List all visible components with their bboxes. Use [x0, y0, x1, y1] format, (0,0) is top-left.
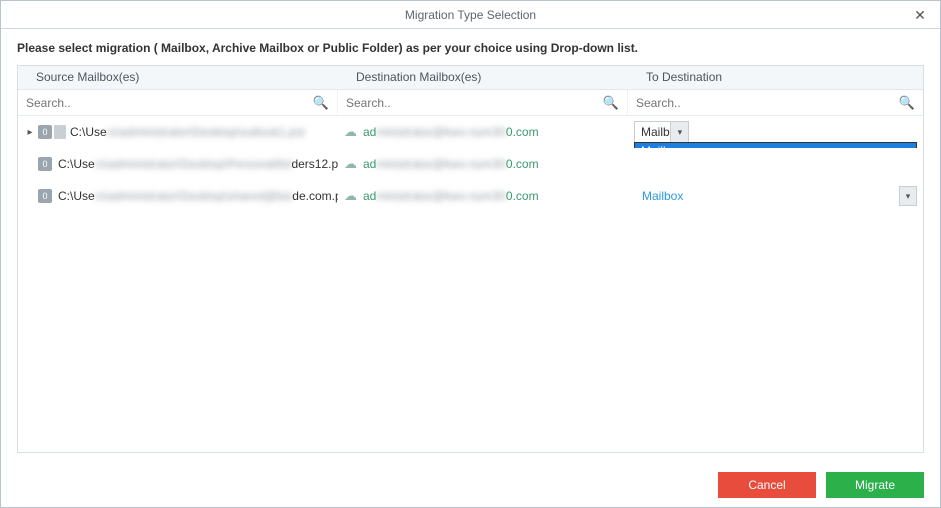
search-input-destination[interactable]	[338, 90, 627, 115]
search-cell-todest: 🔍	[628, 90, 923, 115]
main-grid: Source Mailbox(es) Destination Mailbox(e…	[17, 65, 924, 453]
cell-source: ▸ 0 C:\Users\administrator\Desktop\outlo…	[18, 116, 338, 148]
table-row: ▸ 0 C:\Users\administrator\Desktop\outlo…	[18, 116, 923, 148]
table-row: 0 C:\Users\administrator\Desktop\shared@…	[18, 180, 923, 212]
header-source: Source Mailbox(es)	[18, 66, 338, 89]
data-rows: ▸ 0 C:\Users\administrator\Desktop\outlo…	[18, 116, 923, 452]
instruction-text: Please select migration ( Mailbox, Archi…	[1, 29, 940, 65]
source-path: C:\Users\administrator\Desktop\outlook1.…	[70, 125, 305, 139]
todest-dropdown[interactable]: Mailbox ▾	[634, 121, 689, 143]
header-todest: To Destination	[628, 66, 923, 89]
header-destination: Destination Mailbox(es)	[338, 66, 628, 89]
destination-address: administrator@kws-num300.com	[363, 189, 539, 203]
cloud-icon: ☁	[344, 156, 357, 172]
dropdown-option-mailbox[interactable]: Mailbox	[635, 143, 916, 148]
cell-destination: ☁ administrator@kws-num300.com	[338, 180, 628, 212]
titlebar: Migration Type Selection ✕	[1, 1, 940, 29]
close-button[interactable]: ✕	[900, 1, 940, 29]
todest-value: Mailbox	[628, 189, 683, 203]
column-headers: Source Mailbox(es) Destination Mailbox(e…	[18, 66, 923, 90]
cell-destination: ☁ administrator@kws-num300.com	[338, 148, 628, 180]
source-path: C:\Users\administrator\Desktop\shared@bs…	[58, 189, 338, 203]
cell-todest: Mailbox ▾ Mailbox Archive Mailbox Public…	[628, 116, 923, 148]
table-row: 0 C:\Users\administrator\Desktop\Persona…	[18, 148, 923, 180]
destination-address: administrator@kws-num300.com	[363, 157, 539, 171]
migration-type-dialog: Migration Type Selection ✕ Please select…	[0, 0, 941, 508]
footer: Cancel Migrate	[1, 463, 940, 507]
cancel-button[interactable]: Cancel	[718, 472, 816, 498]
todest-dropdown-list: Mailbox Archive Mailbox Public Folder	[634, 142, 917, 148]
destination-address: administrator@kws-num300.com	[363, 125, 539, 139]
window-title: Migration Type Selection	[405, 8, 536, 22]
cell-source: 0 C:\Users\administrator\Desktop\Persona…	[18, 148, 338, 180]
search-row: 🔍 🔍 🔍	[18, 90, 923, 116]
close-icon: ✕	[914, 7, 926, 24]
count-badge: 0	[38, 157, 52, 171]
search-input-todest[interactable]	[628, 90, 923, 115]
file-icon	[54, 125, 66, 139]
source-path: C:\Users\administrator\Desktop\Personal\…	[58, 157, 338, 171]
cell-destination: ☁ administrator@kws-num300.com	[338, 116, 628, 148]
count-badge: 0	[38, 125, 52, 139]
cloud-icon: ☁	[344, 188, 357, 204]
chevron-down-icon[interactable]: ▾	[899, 186, 917, 206]
count-badge: 0	[38, 189, 52, 203]
search-input-source[interactable]	[18, 90, 337, 115]
cell-source: 0 C:\Users\administrator\Desktop\shared@…	[18, 180, 338, 212]
expand-toggle-icon[interactable]: ▸	[24, 127, 36, 138]
chevron-down-icon: ▾	[670, 122, 688, 142]
migrate-button[interactable]: Migrate	[826, 472, 924, 498]
cell-todest	[628, 148, 923, 180]
cloud-icon: ☁	[344, 124, 357, 140]
cell-todest: Mailbox ▾	[628, 180, 923, 212]
search-cell-source: 🔍	[18, 90, 338, 115]
search-cell-destination: 🔍	[338, 90, 628, 115]
